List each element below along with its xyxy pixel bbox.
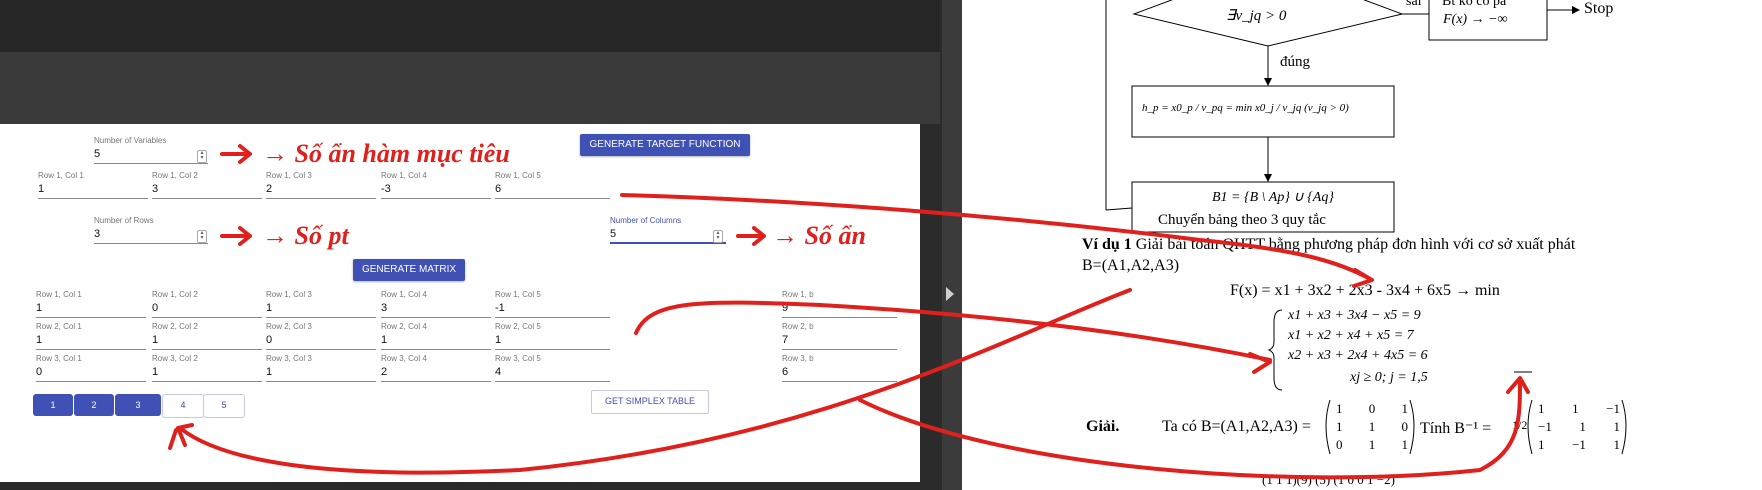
top-dark-bar (0, 0, 940, 52)
generate-matrix-button[interactable]: GENERATE MATRIX (353, 259, 465, 281)
simplex-app: Number of Variables 5 ▴ ▾ GENERATE TARGET… (0, 124, 920, 482)
num-rows-field[interactable]: Number of Rows 3 (94, 216, 208, 244)
matrix-b-cell[interactable]: Row 1, b9 (782, 290, 897, 318)
transform-note: Chuyển bảng theo 3 quy tắc (1158, 212, 1326, 228)
num-rows-label: Number of Rows (94, 216, 154, 225)
num-columns-field[interactable]: Number of Columns 5 (610, 216, 726, 244)
target-cell[interactable]: Row 1, Col 5 6 (495, 171, 610, 199)
B-matrix: 101 110 011 (1336, 401, 1408, 452)
page-button-3[interactable]: 3 (115, 394, 161, 416)
page-button-2[interactable]: 2 (74, 394, 114, 416)
sai-label: sai (1406, 0, 1422, 9)
matrix-cell[interactable]: Row 1, Col 20 (152, 290, 262, 318)
example-heading: Ví dụ 1 Giải bài toán QHTT bằng phương p… (1082, 236, 1576, 253)
num-variables-value[interactable]: 5 (94, 148, 208, 160)
num-columns-stepper[interactable]: ▴ ▾ (713, 230, 723, 243)
get-simplex-table-button[interactable]: GET SIMPLEX TABLE (591, 390, 709, 414)
dung-label: đúng (1280, 54, 1310, 70)
matrix-cell[interactable]: Row 3, Col 54 (495, 354, 610, 382)
matrix-cell[interactable]: Row 3, Col 21 (152, 354, 262, 382)
matrix-cell[interactable]: Row 1, Col 31 (266, 290, 376, 318)
unbounded-line-2: F(x) → −∞ (1443, 12, 1508, 27)
page-button-1[interactable]: 1 (33, 394, 73, 416)
num-variables-field[interactable]: Number of Variables 5 (94, 136, 208, 164)
matrix-cell[interactable]: Row 1, Col 11 (36, 290, 146, 318)
matrix-cell[interactable]: Row 3, Col 10 (36, 354, 146, 382)
target-cell[interactable]: Row 1, Col 4 -3 (381, 171, 491, 199)
num-columns-value[interactable]: 5 (610, 228, 726, 240)
nonneg-constraint: xj ≥ 0; j = 1,5 (1350, 370, 1428, 385)
matrix-cell[interactable]: Row 2, Col 11 (36, 322, 146, 350)
solution-label: Giải. (1086, 418, 1120, 435)
matrix-b-cell[interactable]: Row 2, b7 (782, 322, 897, 350)
num-rows-value[interactable]: 3 (94, 228, 208, 240)
constraint-1: x1 + x3 + 3x4 − x5 = 9 (1288, 308, 1421, 323)
matrix-cell[interactable]: Row 1, Col 5 -1 (495, 290, 610, 318)
page-button-5[interactable]: 5 (203, 394, 245, 418)
page-button-4[interactable]: 4 (162, 394, 204, 418)
unbounded-line-1: Bt ko có pa (1442, 0, 1507, 9)
matrix-cell[interactable]: Row 1, Col 43 (381, 290, 491, 318)
toolbar-area (0, 52, 940, 124)
objective-function: F(x) = x1 + 3x2 + 2x3 - 3x4 + 6x5 → min (1230, 282, 1500, 299)
condition-text: ∃v_jq > 0 (1226, 8, 1287, 24)
lecture-document: ∃v_jq > 0 sai Bt ko có pa F(x) → −∞ Stop… (962, 0, 1762, 490)
matrix-cell[interactable]: Row 2, Col 51 (495, 322, 610, 350)
panel-divider[interactable] (942, 0, 962, 490)
num-variables-stepper[interactable]: ▴ ▾ (197, 150, 207, 163)
target-cell[interactable]: Row 1, Col 2 3 (152, 171, 262, 199)
ratio-formula: h_p = x0_p / v_pq = min x0_j / v_jq (v_j… (1142, 102, 1349, 114)
matrix-cell[interactable]: Row 2, Col 30 (266, 322, 376, 350)
solution-text: Ta có B=(A1,A2,A3) = (1162, 418, 1311, 435)
matrix-cell[interactable]: Row 3, Col 31 (266, 354, 376, 382)
generate-target-function-button[interactable]: GENERATE TARGET FUNCTION (580, 134, 750, 156)
example-basis: B=(A1,A2,A3) (1082, 257, 1180, 274)
num-rows-stepper[interactable]: ▴ ▾ (197, 230, 207, 243)
matrix-b-cell[interactable]: Row 3, b6 (782, 354, 897, 382)
constraint-3: x2 + x3 + 2x4 + 4x5 = 6 (1288, 348, 1428, 363)
tinh-binv: Tính B⁻¹ = (1420, 420, 1492, 437)
half-factor: 1/2 (1512, 418, 1528, 432)
matrix-cell[interactable]: Row 2, Col 41 (381, 322, 491, 350)
num-columns-label: Number of Columns (610, 216, 682, 225)
expand-arrow-icon[interactable] (946, 287, 954, 301)
bottom-partial-line: (1 1 1)(9) (5) (1 0 0 1 −2) (1262, 472, 1395, 487)
target-cell[interactable]: Row 1, Col 1 1 (38, 171, 148, 199)
matrix-cell[interactable]: Row 2, Col 21 (152, 322, 262, 350)
stop-label: Stop (1584, 0, 1614, 17)
target-cell[interactable]: Row 1, Col 3 2 (266, 171, 376, 199)
constraint-2: x1 + x2 + x4 + x5 = 7 (1288, 328, 1414, 343)
Binv-matrix: 1 1 −1 −1 1 1 1 −1 1 (1538, 401, 1620, 452)
matrix-cell[interactable]: Row 3, Col 42 (381, 354, 491, 382)
num-variables-label: Number of Variables (94, 136, 167, 145)
basis-update: B1 = {B \ Ap} ∪ {Aq} (1212, 190, 1334, 205)
